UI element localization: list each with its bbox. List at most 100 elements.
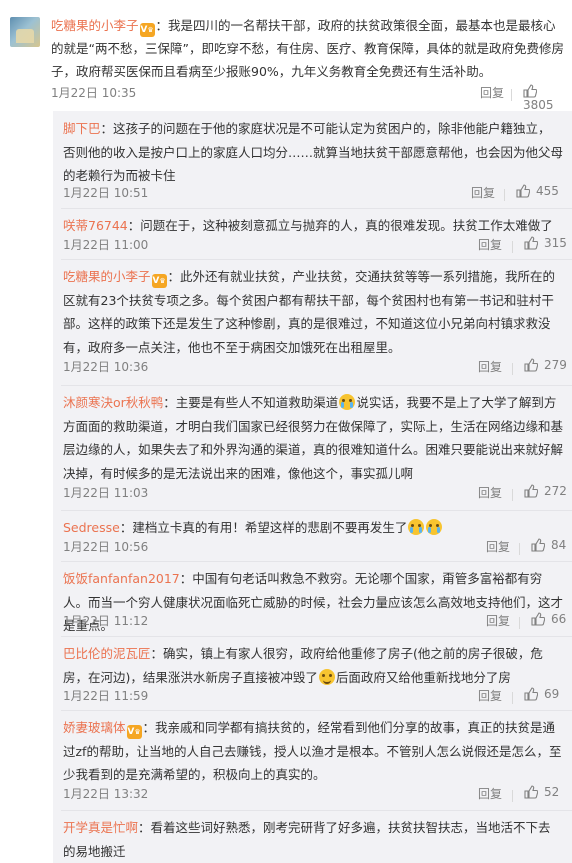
main-comment: 吃糖果的小李子 V♛ ：我是四川的一名帮扶干部，政府的扶贫政策很全面，最基本也是最核… xyxy=(0,0,572,112)
reply-username[interactable]: 脚下巴 xyxy=(63,121,101,136)
avatar[interactable] xyxy=(10,17,40,47)
reply-text: 咲蒂76744：问题在于，这种被刻意孤立与抛弃的人，真的很难发现。扶贫工作太难做… xyxy=(63,214,563,238)
reply-meta: 1月22日 11:12 回复 66 xyxy=(63,612,572,634)
reply-username[interactable]: 沐颜寒決or秋秋鸭 xyxy=(63,395,163,410)
reply-time: 1月22日 11:03 xyxy=(63,486,149,500)
reply-time: 1月22日 10:56 xyxy=(63,540,149,554)
like-button[interactable]: 69 xyxy=(524,687,559,701)
thumb-up-icon xyxy=(516,184,530,198)
reply-time: 1月22日 11:12 xyxy=(63,614,149,628)
like-count: 52 xyxy=(544,785,560,799)
like-button[interactable]: 272 xyxy=(524,484,567,498)
reply-username[interactable]: 咲蒂76744 xyxy=(63,218,128,233)
reply-meta: 1月22日 11:03 回复 272 xyxy=(63,484,572,506)
vip-badge-icon: V♛ xyxy=(139,23,155,37)
reply-divider xyxy=(61,259,572,260)
like-count: 66 xyxy=(551,612,567,626)
reply-button[interactable]: 回复 xyxy=(478,687,502,704)
comment-meta: 1月22日 10:35 回复 3805 xyxy=(0,84,572,112)
vip-badge-icon: V♛ xyxy=(126,725,142,739)
reply-divider xyxy=(61,636,572,637)
reply-item: 饭饭fanfanfan2017：中国有句老话叫救急不救穷。无论哪个国家，甭管多富… xyxy=(53,561,572,636)
reply-button[interactable]: 回复 xyxy=(478,484,502,501)
meta-divider xyxy=(512,489,513,501)
crying-emoji-icon xyxy=(339,394,356,410)
reply-username[interactable]: 开学真是忙啊 xyxy=(63,820,138,835)
reply-item: 吃糖果的小李子 V♛ ：此外还有就业扶贫，产业扶贫，交通扶贫等等一系列措施，我所在的… xyxy=(53,259,572,385)
vip-badge-icon: V♛ xyxy=(151,274,167,288)
reply-text: 巴比伦的泥瓦匠：确实，镇上有家人很穷，政府给他重修了房子(他之前的房子很破，危房… xyxy=(63,642,563,689)
reply-body-continued: 后面政府又给他重新找地分了房 xyxy=(335,669,511,685)
like-button[interactable]: 3805 xyxy=(523,84,572,112)
like-button[interactable]: 84 xyxy=(531,538,566,552)
crying-emoji-icon xyxy=(408,519,425,535)
reply-item: 巴比伦的泥瓦匠：确实，镇上有家人很穷，政府给他重修了房子(他之前的房子很破，危房… xyxy=(53,636,572,710)
reply-divider xyxy=(61,810,572,811)
thumb-up-icon xyxy=(524,687,538,701)
reply-button[interactable]: 回复 xyxy=(486,612,510,629)
like-button[interactable]: 52 xyxy=(524,785,559,799)
reply-body: ：这孩子的问题在于他的家庭状况是不可能认定为贫困户的，除非他能户籍独立，否则他的… xyxy=(63,121,564,183)
reply-text: Sedresse：建档立卡真的有用！希望这样的悲剧不要再发生了 xyxy=(63,516,563,540)
reply-body: ：问题在于，这种被刻意孤立与抛弃的人，真的很难发现。扶贫工作太难做了 xyxy=(127,218,553,233)
reply-button[interactable]: 回复 xyxy=(480,84,504,101)
meta-divider xyxy=(511,89,512,101)
like-count: 315 xyxy=(544,236,567,250)
reply-divider xyxy=(61,208,572,209)
thumb-up-icon xyxy=(524,236,538,250)
like-button[interactable]: 279 xyxy=(524,358,567,372)
reply-username[interactable]: 巴比伦的泥瓦匠 xyxy=(63,646,151,661)
like-button[interactable]: 315 xyxy=(524,236,567,250)
reply-time: 1月22日 10:51 xyxy=(63,186,149,200)
reply-username[interactable]: 吃糖果的小李子 xyxy=(63,269,151,284)
main-comment-text: 吃糖果的小李子 V♛ ：我是四川的一名帮扶干部，政府的扶贫政策很全面，最基本也是最核… xyxy=(51,14,567,83)
like-button[interactable]: 66 xyxy=(531,612,566,626)
comment-username[interactable]: 吃糖果的小李子 xyxy=(51,18,139,33)
meta-divider xyxy=(512,790,513,802)
like-count: 455 xyxy=(536,184,559,198)
reply-item: 开学真是忙啊：看着这些词好熟悉，刚考完研背了好多遍，扶贫扶智扶志，当地活不下去的… xyxy=(53,810,572,863)
meta-divider xyxy=(519,617,520,629)
thumb-up-icon xyxy=(523,84,537,98)
reply-item: 沐颜寒決or秋秋鸭：主要是有些人不知道救助渠道 说实话，我要不是上了大学了解到方方… xyxy=(53,385,572,510)
reply-button[interactable]: 回复 xyxy=(486,538,510,555)
reply-username[interactable]: 娇妻玻璃体 xyxy=(63,720,126,735)
reply-meta: 1月22日 11:59 回复 69 xyxy=(63,687,572,709)
reply-meta: 1月22日 10:56 回复 84 xyxy=(63,538,572,560)
reply-item: Sedresse：建档立卡真的有用！希望这样的悲剧不要再发生了 1月22日 10… xyxy=(53,510,572,561)
reply-meta: 1月22日 10:36 回复 279 xyxy=(63,358,572,380)
reply-text: 娇妻玻璃体 V♛ ：我亲戚和同学都有搞扶贫的，经常看到他们分享的故事，真正的扶贫是通… xyxy=(63,716,563,787)
reply-button[interactable]: 回复 xyxy=(478,785,502,802)
comment-time: 1月22日 10:35 xyxy=(51,86,137,100)
meta-divider xyxy=(519,543,520,555)
reply-meta: 1月22日 13:32 回复 52 xyxy=(63,785,572,807)
meta-divider xyxy=(512,363,513,375)
reply-button[interactable]: 回复 xyxy=(478,236,502,253)
reply-time: 1月22日 11:59 xyxy=(63,689,149,703)
reply-divider xyxy=(61,561,572,562)
like-button[interactable]: 455 xyxy=(516,184,559,198)
reply-username[interactable]: 饭饭fanfanfan2017 xyxy=(63,571,180,586)
reply-button[interactable]: 回复 xyxy=(471,184,495,201)
reply-meta: 1月22日 10:51 回复 455 xyxy=(63,184,572,206)
thumb-up-icon xyxy=(524,785,538,799)
reply-body: ：主要是有些人不知道救助渠道 xyxy=(163,395,339,410)
reply-time: 1月22日 13:32 xyxy=(63,787,149,801)
thumb-up-icon xyxy=(524,484,538,498)
reply-text: 吃糖果的小李子 V♛ ：此外还有就业扶贫，产业扶贫，交通扶贫等等一系列措施，我所在的… xyxy=(63,265,563,359)
reply-text: 开学真是忙啊：看着这些词好熟悉，刚考完研背了好多遍，扶贫扶智扶志，当地活不下去的… xyxy=(63,816,563,863)
like-count: 272 xyxy=(544,484,567,498)
reply-username[interactable]: Sedresse xyxy=(63,520,120,535)
reply-text: 沐颜寒決or秋秋鸭：主要是有些人不知道救助渠道 说实话，我要不是上了大学了解到方方… xyxy=(63,391,563,485)
reply-divider xyxy=(61,510,572,511)
reply-item: 脚下巴：这孩子的问题在于他的家庭状况是不可能认定为贫困户的，除非他能户籍独立，否… xyxy=(53,111,572,208)
like-count: 84 xyxy=(551,538,567,552)
reply-item: 娇妻玻璃体 V♛ ：我亲戚和同学都有搞扶贫的，经常看到他们分享的故事，真正的扶贫是通… xyxy=(53,710,572,810)
meta-divider xyxy=(512,241,513,253)
laugh-sweat-emoji-icon xyxy=(318,668,335,685)
thumb-up-icon xyxy=(531,612,545,626)
reply-button[interactable]: 回复 xyxy=(478,358,502,375)
thumb-up-icon xyxy=(531,538,545,552)
reply-body: ：建档立卡真的有用！希望这样的悲剧不要再发生了 xyxy=(119,520,408,535)
like-count: 3805 xyxy=(523,98,554,112)
